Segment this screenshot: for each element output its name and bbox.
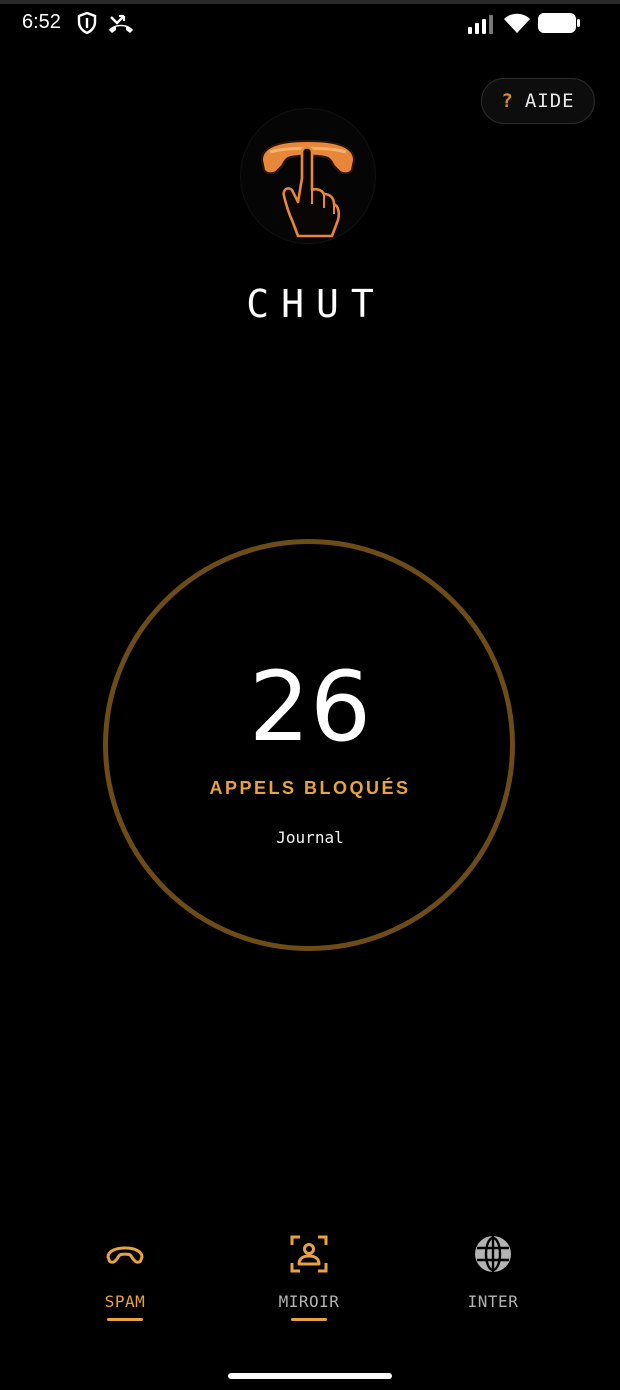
wifi-icon [504, 13, 530, 33]
nav-item-inter[interactable]: INTER [423, 1228, 563, 1328]
hand-hangup-phone-icon [260, 139, 356, 238]
nav-active-indicator [107, 1318, 143, 1321]
home-indicator[interactable] [228, 1373, 392, 1379]
journal-link[interactable]: Journal [0, 828, 620, 847]
nav-label-spam: SPAM [104, 1292, 146, 1311]
nav-label-inter: INTER [467, 1292, 519, 1311]
missed-call-icon [109, 14, 133, 33]
nav-label-miroir: MIROIR [278, 1292, 340, 1311]
help-question-icon: ? [501, 90, 513, 112]
app-title: CHUT [246, 282, 386, 326]
blocked-calls-label: APPELS BLOQUÉS [209, 778, 411, 798]
battery-icon [538, 13, 580, 33]
signal-icon [468, 15, 493, 34]
status-time: 6:52 [22, 11, 61, 33]
hangup-phone-icon [106, 1246, 144, 1264]
nav-item-spam[interactable]: SPAM [55, 1228, 195, 1328]
status-bar: 6:52 [0, 4, 620, 44]
bottom-nav: SPAM MIROIR INTER [0, 1228, 620, 1338]
help-label: AIDE [524, 90, 575, 112]
nav-active-indicator [291, 1318, 327, 1321]
app-logo [240, 108, 376, 244]
blocked-calls-count: 26 [248, 651, 372, 763]
nav-item-miroir[interactable]: MIROIR [239, 1228, 379, 1328]
shield-icon [77, 12, 97, 34]
contact-scan-icon [290, 1235, 328, 1273]
globe-icon [475, 1236, 511, 1272]
help-button[interactable]: ? AIDE [481, 78, 595, 124]
